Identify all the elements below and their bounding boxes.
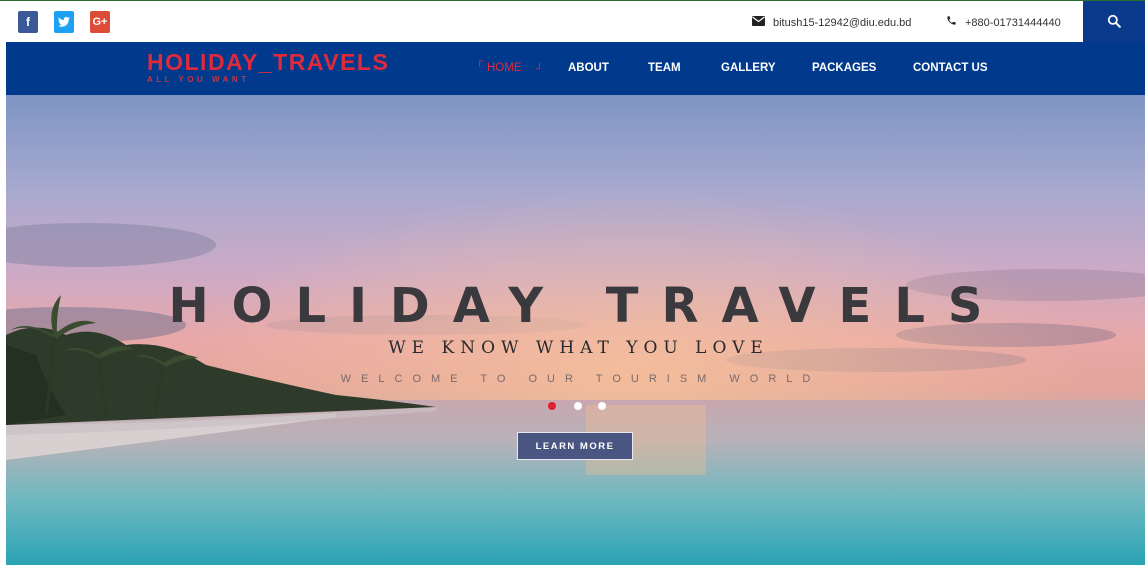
search-button[interactable] <box>1083 1 1145 43</box>
phone-icon <box>946 13 957 33</box>
nav-item-contact-us[interactable]: CONTACT US <box>913 62 988 74</box>
facebook-icon[interactable]: f <box>18 11 38 33</box>
nav-item-gallery[interactable]: GALLERY <box>721 62 776 74</box>
brand-title: HOLIDAY_TRAVELS <box>147 49 390 75</box>
search-icon <box>1107 14 1121 28</box>
hero-slider: HOLIDAY TRAVELS WE KNOW WHAT YOU LOVE WE… <box>6 95 1145 565</box>
google-plus-icon[interactable]: G+ <box>90 11 110 33</box>
slider-dot-1[interactable] <box>548 402 556 410</box>
slider-dot-2[interactable] <box>574 402 582 410</box>
phone-contact[interactable]: +880-01731444440 <box>946 13 1061 33</box>
brand-tagline: ALL YOU WANT <box>147 75 250 84</box>
active-bracket-left: ┌ <box>476 56 484 67</box>
nav-item-home[interactable]: HOME <box>487 62 522 74</box>
slider-dot-3[interactable] <box>598 402 606 410</box>
nav-item-packages[interactable]: PACKAGES <box>812 62 876 74</box>
top-bar: f G+ bitush15-12942@diu.edu.bd +880-0173… <box>0 0 1145 43</box>
hero-title: HOLIDAY TRAVELS <box>168 278 1006 334</box>
phone-text: +880-01731444440 <box>965 17 1061 29</box>
nav-item-about[interactable]: ABOUT <box>568 62 609 74</box>
nav-item-team[interactable]: TEAM <box>648 62 681 74</box>
active-bracket-right: ┘ <box>536 64 544 75</box>
hero-subtitle: WE KNOW WHAT YOU LOVE <box>388 338 769 358</box>
email-contact[interactable]: bitush15-12942@diu.edu.bd <box>752 13 911 33</box>
brand-logo[interactable]: HOLIDAY_TRAVELS ALL YOU WANT <box>147 50 389 86</box>
main-navbar: HOLIDAY_TRAVELS ALL YOU WANT ┌ HOME ┘ AB… <box>6 42 1145 95</box>
learn-more-button[interactable]: LEARN MORE <box>517 432 633 460</box>
hero-welcome-text: WELCOME TO OUR TOURISM WORLD <box>340 373 821 385</box>
envelope-icon <box>752 13 765 33</box>
email-text: bitush15-12942@diu.edu.bd <box>773 17 912 29</box>
twitter-icon[interactable] <box>54 11 74 33</box>
